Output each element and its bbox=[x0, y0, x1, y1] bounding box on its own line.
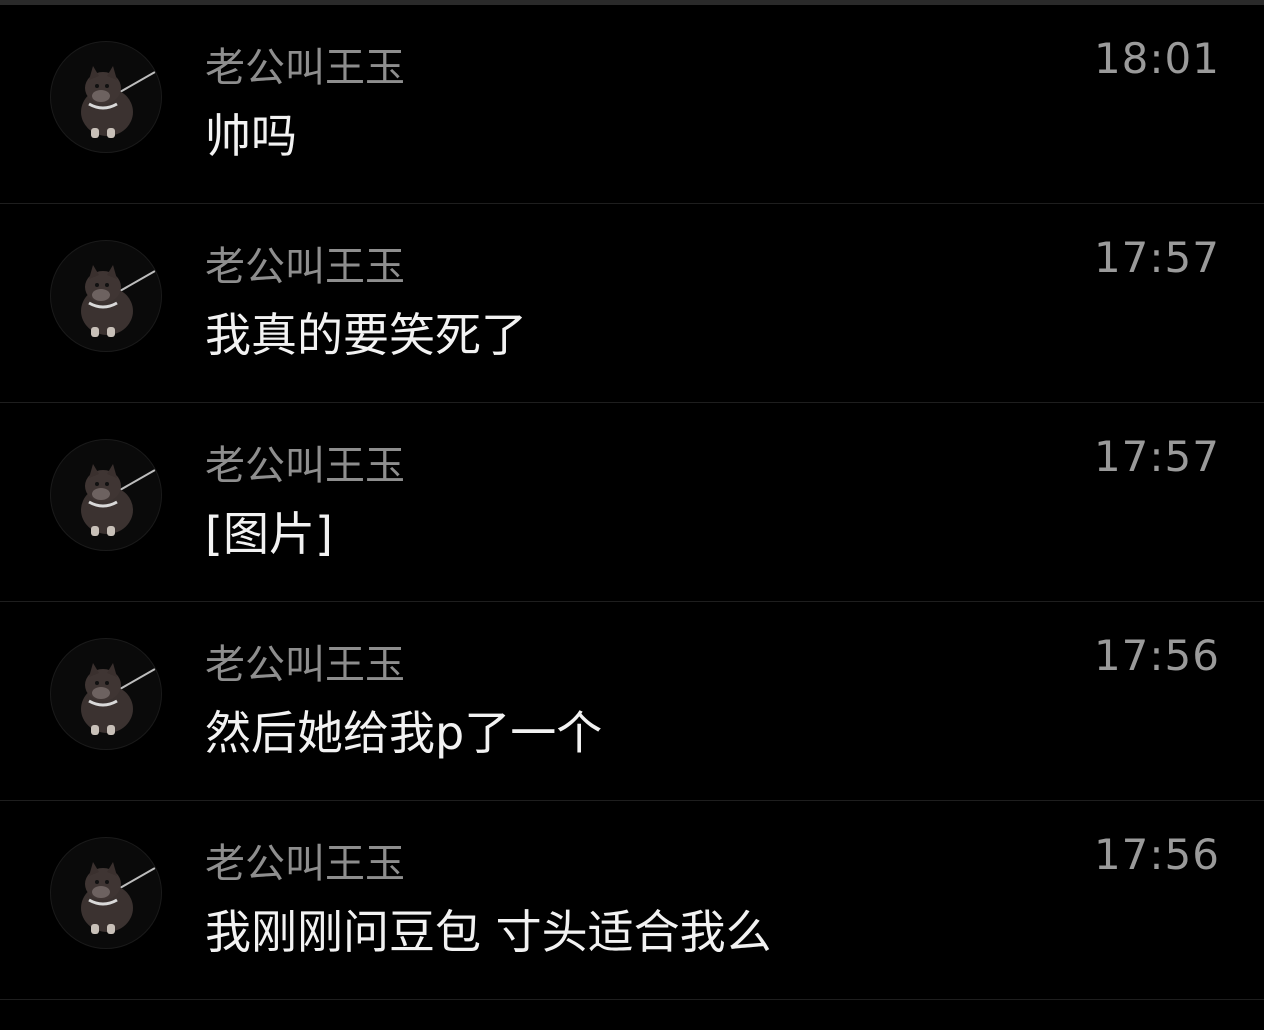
message-row[interactable]: 老公叫王玉 [图片] 17:57 bbox=[0, 403, 1264, 602]
dog-avatar-icon[interactable] bbox=[50, 837, 162, 949]
message-preview: [图片] bbox=[205, 507, 333, 561]
message-preview: 我真的要笑死了 bbox=[205, 308, 527, 362]
message-preview: 然后她给我p了一个 bbox=[205, 706, 603, 760]
message-list: 老公叫王玉 帅吗 18:01 老公叫王玉 我真的要笑死了 17:57 老公叫王玉… bbox=[0, 5, 1264, 1000]
message-preview: 我刚刚问豆包 寸头适合我么 bbox=[205, 905, 772, 959]
dog-avatar-icon[interactable] bbox=[50, 439, 162, 551]
message-time: 17:57 bbox=[1093, 432, 1220, 481]
sender-name: 老公叫王玉 bbox=[205, 443, 405, 489]
sender-name: 老公叫王玉 bbox=[205, 45, 405, 91]
message-time: 17:57 bbox=[1093, 233, 1220, 282]
message-time: 17:56 bbox=[1093, 631, 1220, 680]
sender-name: 老公叫王玉 bbox=[205, 841, 405, 887]
message-row[interactable]: 老公叫王玉 我真的要笑死了 17:57 bbox=[0, 204, 1264, 403]
sender-name: 老公叫王玉 bbox=[205, 244, 405, 290]
message-preview: 帅吗 bbox=[205, 109, 297, 163]
message-row[interactable]: 老公叫王玉 我刚刚问豆包 寸头适合我么 17:56 bbox=[0, 801, 1264, 1000]
message-time: 17:56 bbox=[1093, 830, 1220, 879]
dog-avatar-icon[interactable] bbox=[50, 41, 162, 153]
dog-avatar-icon[interactable] bbox=[50, 240, 162, 352]
sender-name: 老公叫王玉 bbox=[205, 642, 405, 688]
message-row[interactable]: 老公叫王玉 帅吗 18:01 bbox=[0, 5, 1264, 204]
message-time: 18:01 bbox=[1093, 34, 1220, 83]
message-row[interactable]: 老公叫王玉 然后她给我p了一个 17:56 bbox=[0, 602, 1264, 801]
dog-avatar-icon[interactable] bbox=[50, 638, 162, 750]
